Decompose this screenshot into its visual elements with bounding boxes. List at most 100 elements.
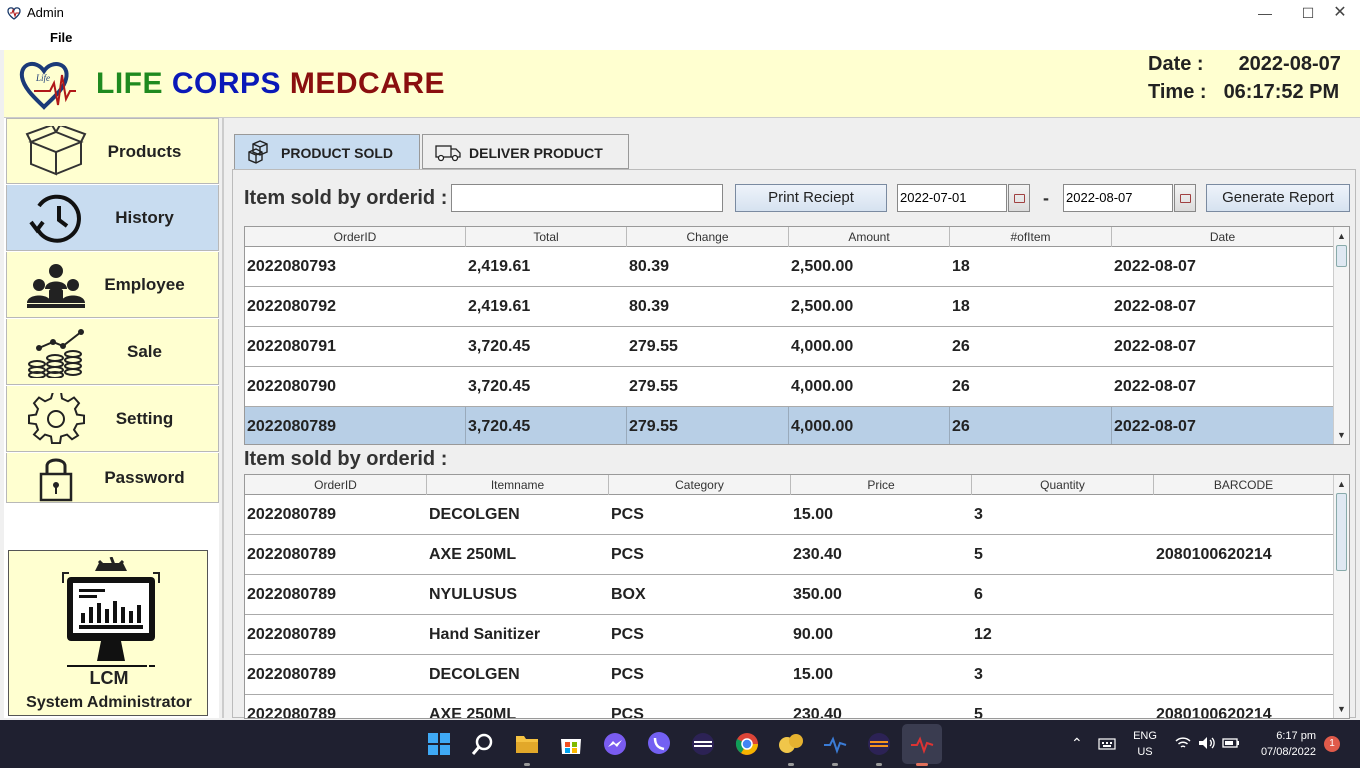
cell-quantity: 6 — [974, 586, 983, 603]
column-header-itemname[interactable]: Itemname — [427, 475, 609, 495]
sidebar-item-products[interactable]: Products — [6, 118, 219, 184]
cell-amount: 2,500.00 — [791, 298, 854, 315]
column-header-total[interactable]: Total — [466, 227, 627, 247]
cell-total: 2,419.61 — [468, 298, 531, 315]
keyboard-icon[interactable] — [1098, 737, 1116, 751]
column-header-orderid[interactable]: OrderID — [245, 475, 427, 495]
scroll-down-arrow-icon[interactable]: ▼ — [1337, 430, 1346, 440]
orderid-search-input[interactable] — [451, 184, 723, 212]
microsoft-store-icon[interactable] — [558, 731, 584, 757]
minimize-button[interactable]: — — [1250, 3, 1280, 23]
cell-item-count: 26 — [952, 338, 970, 355]
cell-barcode — [1154, 495, 1334, 535]
table-row[interactable]: 2022080789 DECOLGEN PCS 15.00 3 — [245, 495, 1334, 535]
orders-table-scrollbar[interactable]: ▲ ▼ — [1333, 227, 1349, 444]
table-row[interactable]: 2022080789 Hand Sanitizer PCS 90.00 12 — [245, 615, 1334, 655]
cell-category: BOX — [611, 586, 646, 603]
java-app-icon[interactable] — [822, 731, 848, 757]
language-code[interactable]: ENG — [1128, 730, 1162, 742]
sidebar-item-history[interactable]: History — [6, 185, 219, 251]
column-header-category[interactable]: Category — [609, 475, 791, 495]
scroll-thumb[interactable] — [1336, 245, 1347, 267]
table-row[interactable]: 2022080791 3,720.45 279.55 4,000.00 26 2… — [245, 327, 1334, 367]
cell-itemname: Hand Sanitizer — [429, 626, 541, 643]
cell-total: 3,720.45 — [468, 378, 531, 395]
column-header-amount[interactable]: Amount — [789, 227, 950, 247]
language-region[interactable]: US — [1128, 746, 1162, 758]
generate-report-button[interactable]: Generate Report — [1206, 184, 1350, 212]
table-row[interactable]: 2022080792 2,419.61 80.39 2,500.00 18 20… — [245, 287, 1334, 327]
print-receipt-button[interactable]: Print Reciept — [735, 184, 887, 212]
time-display: Time : 06:17:52 PM — [1148, 81, 1339, 104]
items-table-scrollbar[interactable]: ▲ ▼ — [1333, 475, 1349, 718]
date-from-calendar-button[interactable] — [1008, 184, 1030, 212]
chevron-up-icon[interactable]: ⌃ — [1071, 735, 1083, 752]
cell-change: 80.39 — [629, 298, 670, 315]
search-icon[interactable] — [470, 731, 496, 757]
table-row[interactable]: 2022080789 AXE 250ML PCS 230.40 5 208010… — [245, 695, 1334, 718]
sidebar-item-sale[interactable]: Sale — [6, 319, 219, 385]
tab-product-sold[interactable]: PRODUCT SOLD — [234, 134, 420, 169]
cell-orderid: 2022080792 — [247, 298, 336, 315]
main-content: PRODUCT SOLD DELIVER PRODUCT Item sold b… — [222, 118, 1360, 719]
cell-item-count: 26 — [952, 378, 970, 395]
cell-quantity: 5 — [974, 546, 983, 563]
cell-itemname: DECOLGEN — [429, 666, 520, 683]
brand-word-life: LIFE — [96, 67, 163, 100]
tab-deliver-product-label: DELIVER PRODUCT — [469, 145, 603, 161]
cell-price: 15.00 — [793, 666, 834, 683]
date-to-field[interactable]: 2022-08-07 — [1063, 184, 1173, 212]
menu-bar: File — [0, 26, 1360, 50]
clock-date[interactable]: 07/08/2022 — [1244, 746, 1316, 758]
scroll-thumb[interactable] — [1336, 493, 1347, 571]
admin-app-icon[interactable] — [909, 731, 935, 757]
windows-start-icon[interactable] — [426, 731, 452, 757]
column-header-price[interactable]: Price — [791, 475, 972, 495]
column-header-item-count[interactable]: #ofItem — [950, 227, 1112, 247]
viber-icon[interactable] — [646, 731, 672, 757]
cell-date: 2022-08-07 — [1114, 258, 1196, 275]
notification-badge[interactable]: 1 — [1324, 736, 1340, 752]
column-header-date[interactable]: Date — [1112, 227, 1334, 247]
messenger-icon[interactable] — [602, 731, 628, 757]
tab-deliver-product[interactable]: DELIVER PRODUCT — [422, 134, 629, 169]
cell-amount: 2,500.00 — [791, 258, 854, 275]
search-label: Item sold by orderid : — [244, 187, 448, 209]
cell-itemname: AXE 250ML — [429, 546, 517, 563]
items-table-header: OrderID Itemname Category Price Quantity… — [245, 475, 1334, 495]
column-header-barcode[interactable]: BARCODE — [1154, 475, 1334, 495]
scroll-down-arrow-icon[interactable]: ▼ — [1337, 704, 1346, 714]
menu-file[interactable]: File — [50, 30, 72, 45]
eclipse-icon[interactable] — [866, 731, 892, 757]
sidebar-item-employee[interactable]: Employee — [6, 252, 219, 318]
file-explorer-icon[interactable] — [514, 731, 540, 757]
date-from-field[interactable]: 2022-07-01 — [897, 184, 1007, 212]
eclipse-icon[interactable] — [690, 731, 716, 757]
table-row[interactable]: 2022080789 DECOLGEN PCS 15.00 3 — [245, 655, 1334, 695]
table-row-selected[interactable]: 2022080789 3,720.45 279.55 4,000.00 26 2… — [245, 407, 1334, 444]
scroll-up-arrow-icon[interactable]: ▲ — [1337, 231, 1346, 241]
volume-icon[interactable] — [1198, 736, 1216, 750]
table-row[interactable]: 2022080789 AXE 250ML PCS 230.40 5 208010… — [245, 535, 1334, 575]
battery-icon[interactable] — [1222, 736, 1240, 750]
chrome-icon[interactable] — [734, 731, 760, 757]
app-folder-icon[interactable] — [778, 731, 804, 757]
scroll-up-arrow-icon[interactable]: ▲ — [1337, 479, 1346, 489]
wifi-icon[interactable] — [1175, 736, 1191, 750]
table-row[interactable]: 2022080793 2,419.61 80.39 2,500.00 18 20… — [245, 247, 1334, 287]
column-header-change[interactable]: Change — [627, 227, 789, 247]
maximize-button[interactable]: ☐ — [1293, 3, 1323, 23]
column-header-quantity[interactable]: Quantity — [972, 475, 1154, 495]
column-header-orderid[interactable]: OrderID — [245, 227, 466, 247]
title-bar: Admin — ☐ ✕ — [0, 0, 1360, 26]
sidebar-item-setting[interactable]: Setting — [6, 386, 219, 452]
close-button[interactable]: ✕ — [1325, 3, 1355, 23]
sidebar-item-password[interactable]: Password — [6, 453, 219, 503]
time-value: 06:17:52 PM — [1223, 81, 1340, 103]
date-to-calendar-button[interactable] — [1174, 184, 1196, 212]
table-row[interactable]: 2022080789 NYULUSUS BOX 350.00 6 — [245, 575, 1334, 615]
cell-date: 2022-08-07 — [1114, 378, 1196, 395]
cell-orderid: 2022080789 — [245, 407, 466, 444]
table-row[interactable]: 2022080790 3,720.45 279.55 4,000.00 26 2… — [245, 367, 1334, 407]
clock-time[interactable]: 6:17 pm — [1244, 730, 1316, 742]
